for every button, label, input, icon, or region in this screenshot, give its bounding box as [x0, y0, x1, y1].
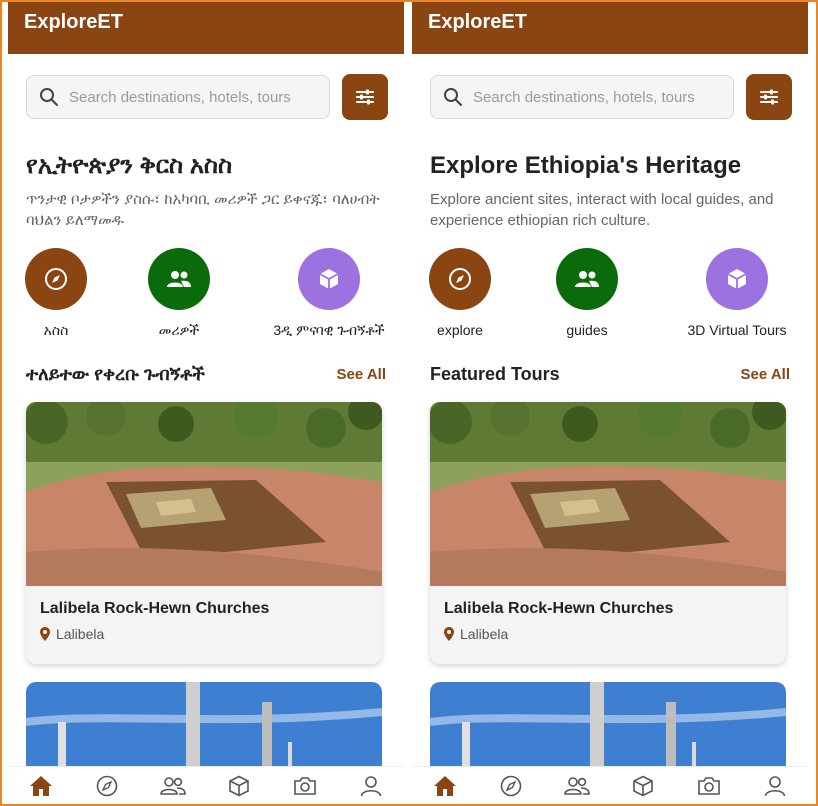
cube-icon — [229, 775, 249, 796]
bottom-navigation — [412, 766, 808, 804]
nav-profile[interactable] — [353, 771, 389, 801]
app-header: ExploreET — [8, 2, 404, 54]
nav-explore[interactable] — [493, 771, 529, 801]
app-header: ExploreET — [412, 2, 808, 54]
category-row: አስስ መሪዎች 3ዲ ምናባዊ ጉብኝቶች — [8, 248, 404, 338]
see-all-link[interactable]: See All — [337, 366, 386, 383]
search-bar[interactable] — [26, 75, 330, 119]
profile-icon — [360, 775, 382, 796]
users-icon — [148, 248, 210, 310]
phone-screen-english: ExploreET Explore Ethiopia's Heritage Ex… — [412, 2, 808, 804]
tour-image — [430, 402, 786, 586]
nav-3d-tours[interactable] — [625, 771, 661, 801]
category-guides[interactable]: guides — [517, 248, 657, 338]
nav-guides[interactable] — [559, 771, 595, 801]
bottom-navigation — [8, 766, 404, 804]
hero-subtitle: ጥንታዊ ቦታዎችን ያስሱ፣ ከአካባቢ መሪዎች ጋር ይቀናጁ፣ ባለሀብ… — [26, 191, 380, 229]
category-label: 3D Virtual Tours — [687, 322, 787, 338]
category-label: 3ዲ ምናባዊ ጉብኝቶች — [273, 322, 385, 338]
nav-guides[interactable] — [155, 771, 191, 801]
category-guides[interactable]: መሪዎች — [109, 248, 249, 339]
users-icon — [556, 248, 618, 310]
category-3d-tours[interactable]: 3ዲ ምናባዊ ጉብኝቶች — [259, 248, 399, 339]
search-bar[interactable] — [430, 75, 734, 119]
category-row: explore guides 3D Virtual Tours — [412, 248, 808, 338]
compass-icon — [429, 248, 491, 310]
section-title: ተለይተው የቀረቡ ጉብኝቶች — [26, 364, 205, 384]
tour-location: Lalibela — [444, 626, 508, 642]
camera-icon — [698, 776, 720, 795]
tour-location: Lalibela — [40, 626, 104, 642]
location-pin-icon — [444, 627, 454, 641]
tour-location-text: Lalibela — [56, 626, 105, 642]
see-all-link[interactable]: See All — [741, 366, 790, 383]
category-label: guides — [566, 322, 608, 338]
profile-icon — [764, 775, 786, 796]
compass-icon — [96, 775, 118, 796]
tour-title: Lalibela Rock-Hewn Churches — [40, 600, 270, 617]
tour-title: Lalibela Rock-Hewn Churches — [444, 600, 674, 617]
nav-3d-tours[interactable] — [221, 771, 257, 801]
nav-profile[interactable] — [757, 771, 793, 801]
sliders-icon — [760, 89, 778, 105]
search-icon — [444, 88, 462, 106]
tour-location-text: Lalibela — [460, 626, 509, 642]
camera-icon — [294, 776, 316, 795]
category-label: አስስ — [43, 322, 69, 338]
featured-tour-card[interactable]: Lalibela Rock-Hewn Churches Lalibela — [430, 402, 786, 664]
compass-icon — [500, 775, 522, 796]
filter-button[interactable] — [746, 74, 792, 120]
cube-icon — [633, 775, 653, 796]
featured-section-header: ተለይተው የቀረቡ ጉብኝቶች See All — [26, 364, 386, 390]
nav-camera[interactable] — [287, 771, 323, 801]
hero-subtitle: Explore ancient sites, interact with loc… — [430, 191, 774, 229]
category-3d-tours[interactable]: 3D Virtual Tours — [667, 248, 807, 338]
category-explore[interactable]: explore — [412, 248, 530, 338]
location-pin-icon — [40, 627, 50, 641]
nav-home[interactable] — [23, 771, 59, 801]
category-label: explore — [437, 322, 483, 338]
featured-tour-card[interactable]: Lalibela Rock-Hewn Churches Lalibela — [26, 402, 382, 664]
search-row — [26, 74, 388, 120]
search-icon — [40, 88, 58, 106]
home-icon — [30, 775, 52, 796]
users-icon — [160, 776, 186, 795]
cube-icon — [298, 248, 360, 310]
nav-home[interactable] — [427, 771, 463, 801]
featured-section-header: Featured Tours See All — [430, 364, 790, 390]
hero-title: የኢትዮጵያን ቅርስ አስስ — [26, 152, 233, 179]
app-title: ExploreET — [428, 11, 527, 33]
sliders-icon — [356, 89, 374, 105]
search-input[interactable] — [69, 88, 309, 106]
search-row — [430, 74, 792, 120]
section-title: Featured Tours — [430, 364, 560, 384]
hero-title: Explore Ethiopia's Heritage — [430, 152, 742, 179]
nav-camera[interactable] — [691, 771, 727, 801]
compass-icon — [25, 248, 87, 310]
home-icon — [434, 775, 456, 796]
cube-icon — [706, 248, 768, 310]
search-input[interactable] — [473, 88, 713, 106]
app-title: ExploreET — [24, 11, 123, 33]
phone-screen-amharic: ExploreET የኢትዮጵያን ቅርስ አስስ ጥንታዊ ቦታዎችን ያስሱ… — [8, 2, 404, 804]
category-label: መሪዎች — [158, 322, 200, 338]
filter-button[interactable] — [342, 74, 388, 120]
users-icon — [564, 776, 590, 795]
nav-explore[interactable] — [89, 771, 125, 801]
tour-image — [26, 402, 382, 586]
